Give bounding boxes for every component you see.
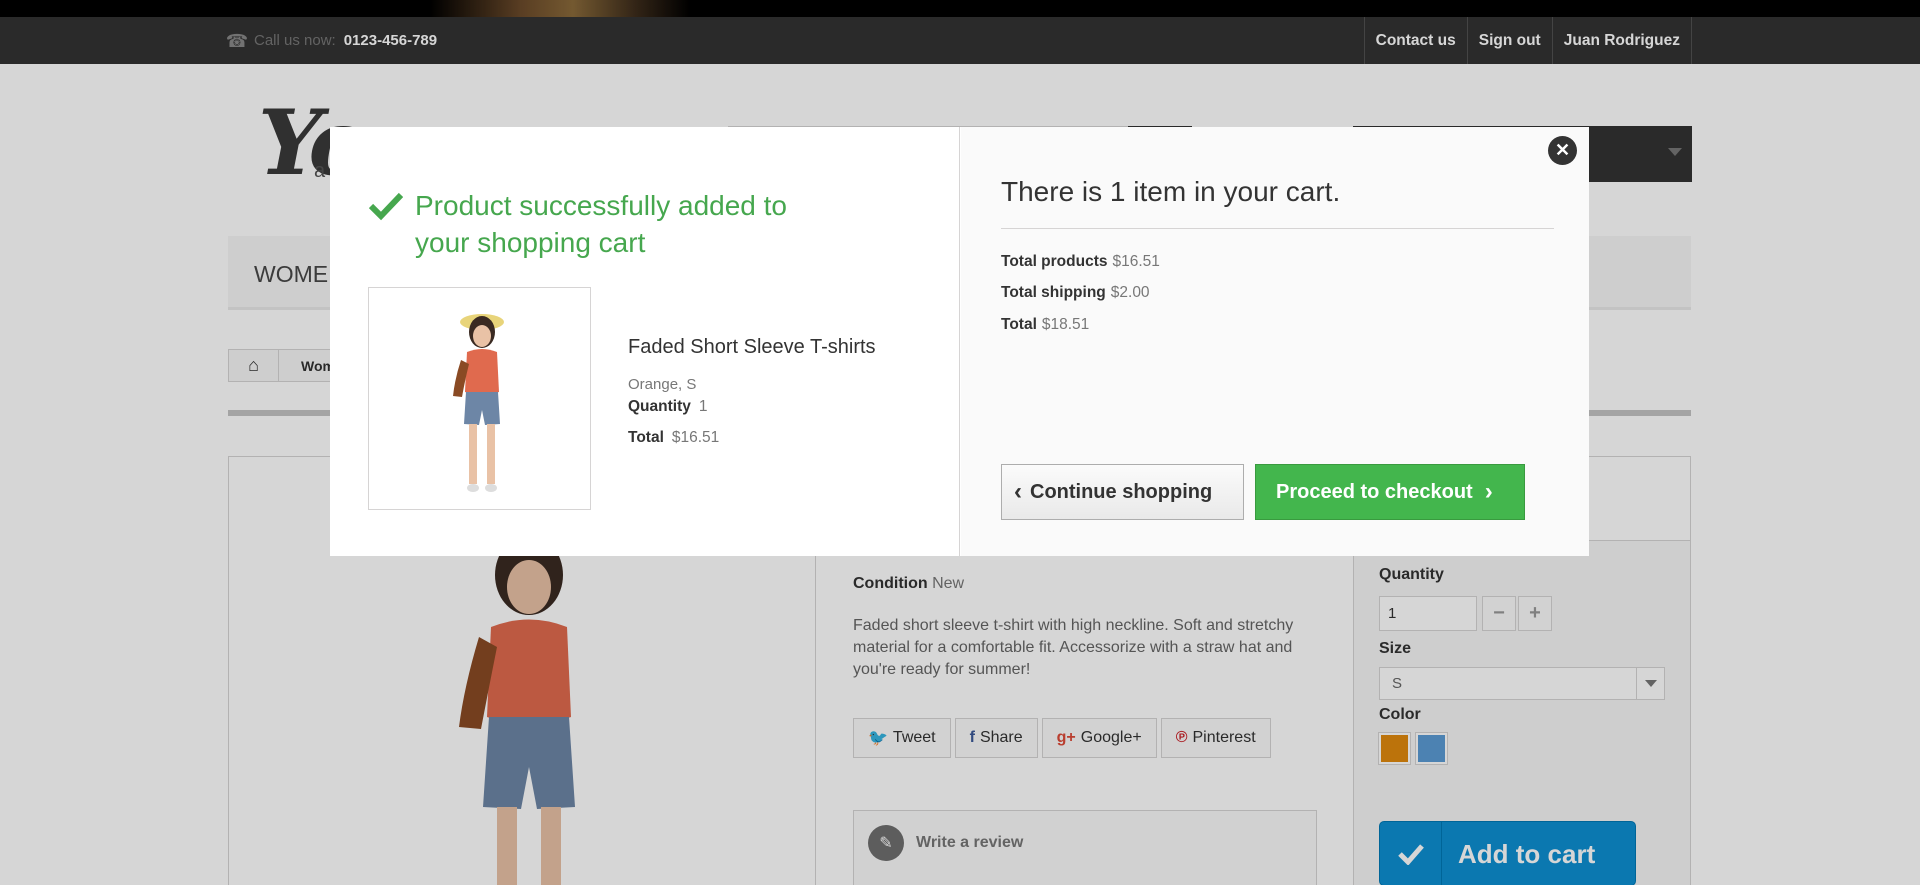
quantity-row: Quantity 1 [628,398,708,416]
product-attributes: Orange, S [628,376,697,393]
modal-cart-panel: There is 1 item in your cart. Total prod… [961,127,1589,556]
product-name: Faded Short Sleeve T-shirts [628,336,876,358]
product-total-row: Total $16.51 [628,429,719,447]
grand-total-row: Total $18.51 [1001,316,1089,334]
cart-count-text: There is 1 item in your cart. [1001,176,1341,207]
total-shipping-row: Total shipping $2.00 [1001,284,1150,302]
chevron-left-icon: ‹ [1014,478,1022,505]
grand-total-value: $18.51 [1041,316,1090,333]
grand-total-label: Total [1001,316,1037,333]
close-icon[interactable]: ✕ [1548,136,1577,165]
proceed-to-checkout-button[interactable]: Proceed to checkout › [1255,464,1525,520]
total-products-row: Total products $16.51 [1001,253,1160,271]
checkout-label: Proceed to checkout [1276,480,1473,503]
total-shipping-value: $2.00 [1110,284,1150,301]
total-shipping-label: Total shipping [1001,284,1106,301]
divider [1001,228,1554,229]
continue-shopping-label: Continue shopping [1030,480,1213,503]
modal-product-panel: Product successfully added to your shopp… [330,127,960,556]
success-text: Product successfully added to your shopp… [415,190,787,258]
total-products-value: $16.51 [1112,253,1160,270]
quantity-value: 1 [698,398,708,415]
cart-confirmation-modal: Product successfully added to your shopp… [330,127,1589,556]
total-products-label: Total products [1001,253,1108,270]
product-total-label: Total [628,429,664,446]
continue-shopping-button[interactable]: ‹ Continue shopping [1001,464,1244,520]
product-total-value: $16.51 [671,429,720,446]
success-message: Product successfully added to your shopp… [369,187,839,261]
chevron-right-icon: › [1484,478,1493,505]
check-icon [369,192,403,221]
product-thumbnail [368,287,591,510]
quantity-label: Quantity [628,398,691,415]
